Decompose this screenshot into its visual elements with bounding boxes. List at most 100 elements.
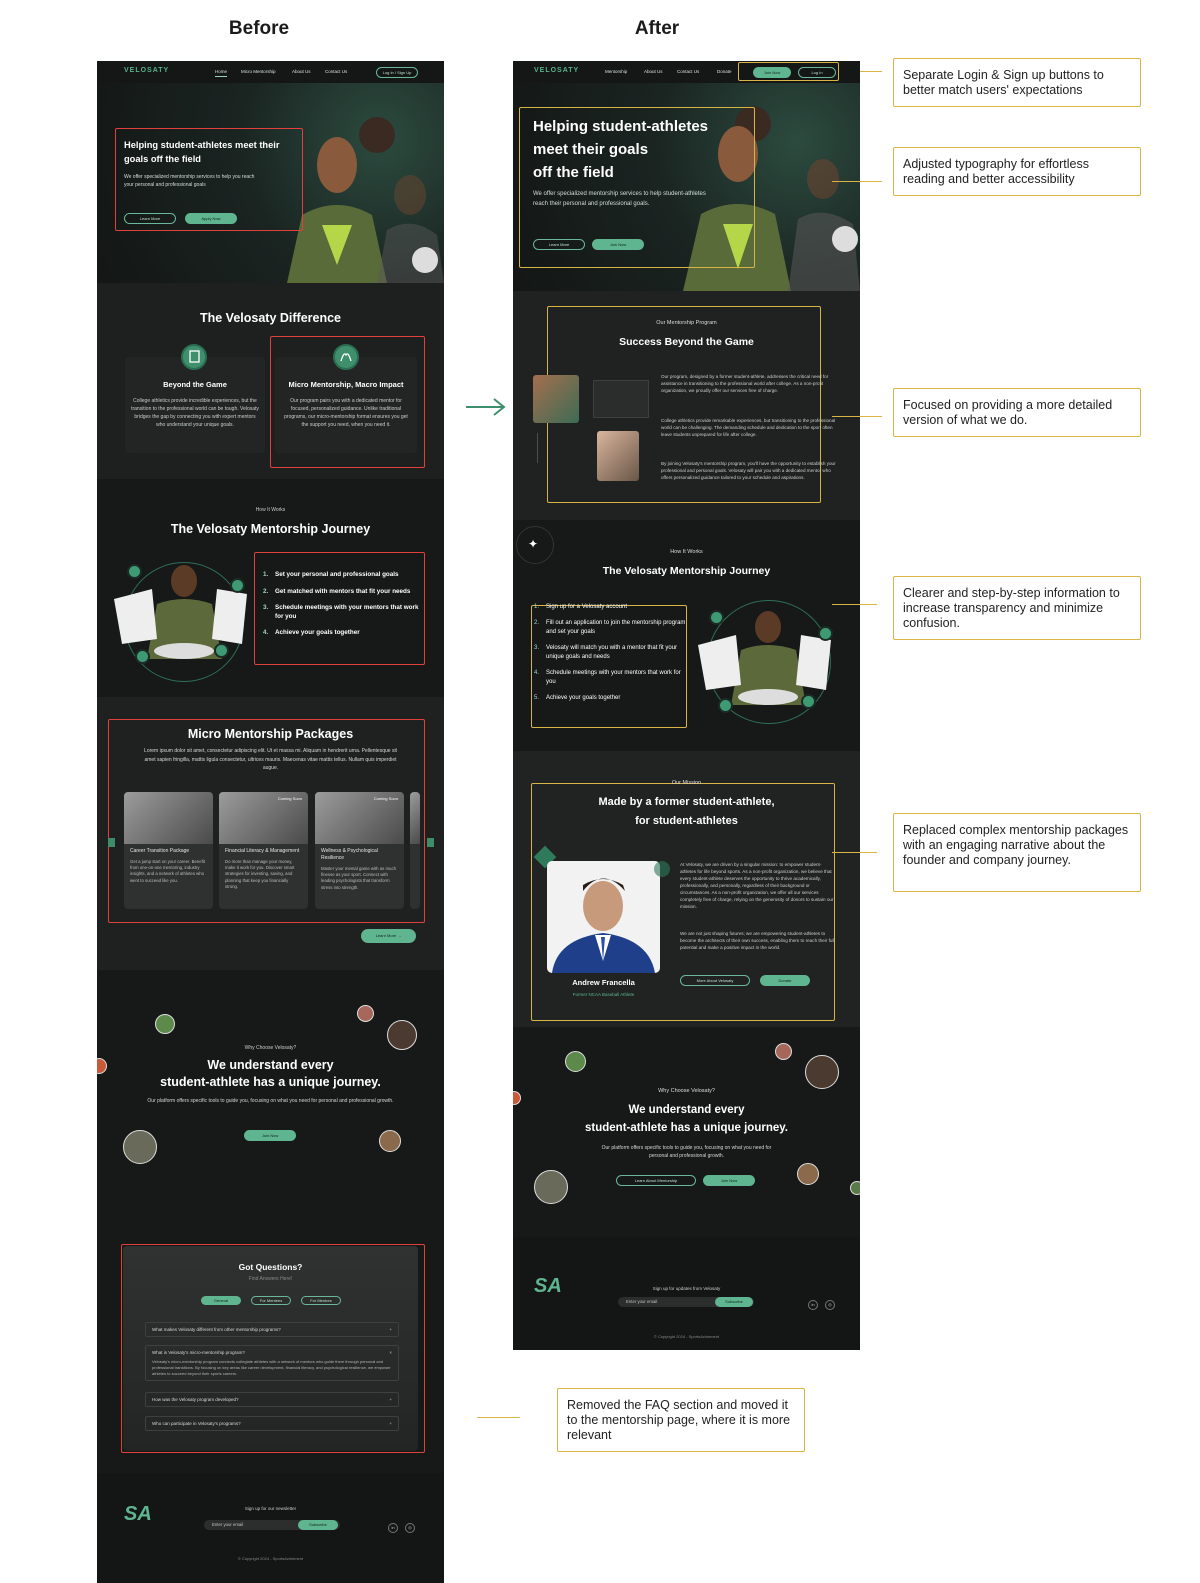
after-nav-contact[interactable]: Contact Us [677,69,699,74]
book-icon [181,344,207,370]
after-hero-title-2: meet their goals [533,141,649,158]
before-why-eyebrow: Why Choose Velosaty? [244,1045,297,1051]
after-nav-donate[interactable]: Donate [717,69,732,74]
before-hero-section: VELOSATY Home Micro Mentorship About Us … [97,61,444,283]
after-journey-steps: 1. Sign up for a Velosaty account 2. Fill … [534,603,686,711]
before-nav-contact[interactable]: Contact Us [325,69,347,74]
before-nav-micro[interactable]: Micro Mentorship [241,69,276,74]
step-1: 1. Set your personal and professional goa… [263,571,399,578]
before-logo[interactable]: VELOSATY [124,67,169,74]
after-mission-title-1: Made by a former student-athlete, [598,796,775,808]
avatar [534,1170,568,1204]
step-4: 4. Achieve your goals together [263,629,360,636]
before-nav-home[interactable]: Home [215,69,228,77]
annotation-steps: Clearer and step-by-step information to … [893,576,1141,640]
after-nav-mentorship[interactable]: Mentorship [605,69,627,74]
before-journey-section: How It Works The Velosaty Mentorship Jou… [97,479,444,697]
step-2: 2. Fill out an application to join the me… [534,620,686,635]
more-about-velosaty-button[interactable]: More About Velosaty [680,975,750,986]
linkedin-icon[interactable]: in [808,1300,818,1310]
program-photo-athlete [533,375,579,423]
bulb-icon [709,610,724,625]
before-login-signup-button[interactable]: Log In / Sign Up [376,67,418,78]
package-card-financial[interactable]: Coming Soon Financial Literacy & Managem… [219,792,308,909]
instagram-icon[interactable]: ◎ [825,1300,835,1310]
after-journey-title: The Velosaty Mentorship Journey [602,565,771,577]
before-hero-subtitle: We offer specialized mentorship services… [124,174,255,188]
package-card-wellness[interactable]: Coming Soon Wellness & Psychological Res… [315,792,404,909]
before-packages-section: Micro Mentorship Packages Lorem ipsum do… [97,697,444,970]
before-hero-title: Helping student-athletes meet their goal… [124,140,280,164]
before-heading: Before [228,18,290,39]
after-logo[interactable]: VELOSATY [534,67,579,74]
after-why-text: Our platform offers specific tools to gu… [601,1145,772,1159]
founder-role: Former NCAA Baseball Athlete [572,992,635,997]
learn-about-mentorship-button[interactable]: Learn About Mentorship [616,1175,696,1186]
after-mission-p2: We are not just shaping futures; we are … [680,931,835,950]
after-mission-section: Our Mission Made by a former student-ath… [513,751,860,1027]
donate-button[interactable]: Donate [760,975,810,986]
after-program-p3: By joining Velosaty's mentorship program… [661,461,836,480]
instagram-icon[interactable]: ◎ [405,1523,415,1533]
annotation-faq-removed: Removed the FAQ section and moved it to … [557,1388,805,1452]
after-hero-subtitle: We offer specialized mentorship services… [533,191,706,207]
footer-subscribe-button[interactable]: Subscribe [298,1520,338,1530]
before-learn-more-button[interactable]: Learn More [124,213,176,224]
after-hero-title-1: Helping student-athletes [533,118,709,135]
avatar [805,1055,839,1089]
step-3: 3. Schedule meetings with your mentors th… [263,604,419,620]
annotation-leader [832,604,877,606]
annotation-leader [832,416,882,418]
avatar [155,1014,175,1034]
after-nav-about[interactable]: About Us [644,69,663,74]
before-join-now-button[interactable]: Join Now [244,1130,296,1141]
step-3: 3. Velosaty will match you with a mentor … [534,645,678,660]
before-navbar: VELOSATY Home Micro Mentorship About Us … [97,61,444,83]
after-journey-eyebrow: How It Works [670,549,703,555]
after-page: VELOSATY Mentorship About Us Contact Us … [513,61,860,1350]
carousel-prev-icon[interactable] [108,838,115,847]
step-4: 4. Schedule meetings with your mentors th… [534,670,681,685]
before-journey-steps: 1. Set your personal and professional goa… [263,571,421,646]
avatar [379,1130,401,1152]
package-card-career[interactable]: Career Transition Package Get a jump sta… [124,792,213,909]
annotation-leader [860,71,882,73]
after-footer: SA Sign up for updates from Velosaty Ent… [513,1237,860,1350]
linkedin-icon[interactable]: in [388,1523,398,1533]
after-join-now-button[interactable]: Join Now [592,239,644,250]
after-why-eyebrow: Why Choose Velosaty? [658,1088,715,1094]
after-why-title-1: We understand every [628,1104,745,1116]
before-difference-title: The Velosaty Difference [199,311,342,325]
before-journey-eyebrow: How It Works [255,507,286,513]
annotation-login-signup: Separate Login & Sign up buttons to bett… [893,58,1141,107]
after-program-p1: Our program, designed by a former studen… [661,374,829,393]
after-mission-eyebrow: Our Mission [671,780,702,786]
annotation-narrative: Replaced complex mentorship packages wit… [893,813,1141,892]
avatar [565,1051,586,1072]
founder-photo [547,861,660,973]
before-why-section: Why Choose Velosaty? We understand every… [97,970,444,1218]
program-timeline [537,433,585,463]
before-faq-highlight [121,1244,425,1453]
footer-subscribe-button[interactable]: Subscribe [715,1297,753,1307]
after-mission-title-2: for student-athletes [635,815,738,827]
avatar [775,1043,792,1060]
before-journey-title: The Velosaty Mentorship Journey [170,522,371,536]
carousel-next-icon[interactable] [427,838,434,847]
before-apply-now-button[interactable]: Apply Now [185,213,237,224]
before-page: VELOSATY Home Micro Mentorship About Us … [97,61,444,1583]
footer-copyright: © Copyright 2024 - SportsAchiement [237,1556,304,1561]
before-nav-about[interactable]: About Us [292,69,311,74]
after-why-join-now-button[interactable]: Join Now [703,1175,755,1186]
before-packages-learn-more-button[interactable]: Learn More → [361,929,416,943]
after-learn-more-button[interactable]: Learn More [533,239,585,250]
people-icon [214,643,229,658]
after-journey-section: ✦ How It Works The Velosaty Mentorship J… [513,520,860,751]
step-1: 1. Sign up for a Velosaty account [534,604,628,610]
program-screenshot [593,380,649,418]
after-nav-highlight [738,62,839,81]
before-why-text: Our platform offers specific tools to gu… [147,1098,394,1104]
before-footer: SA Sign up for our newsletter Enter your… [97,1473,444,1583]
annotation-typography: Adjusted typography for effortless readi… [893,147,1141,196]
before-difference-section: The Velosaty Difference Beyond the Game … [97,283,444,479]
